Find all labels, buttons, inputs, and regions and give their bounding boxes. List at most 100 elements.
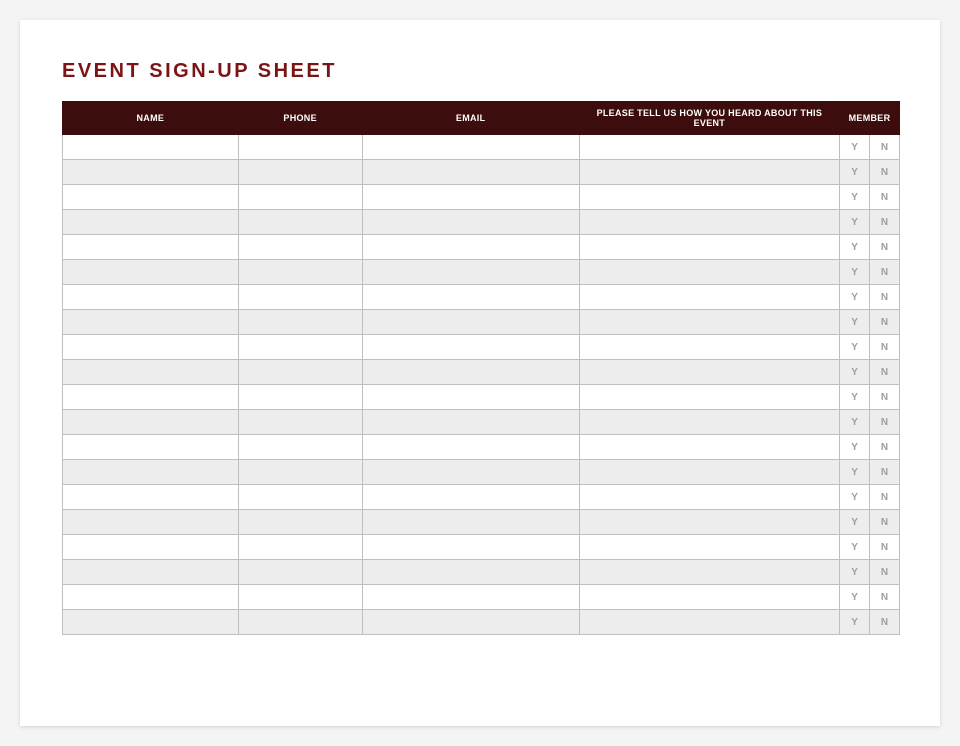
cell-phone[interactable] — [238, 160, 362, 185]
cell-member-yes[interactable]: Y — [840, 460, 870, 485]
cell-phone[interactable] — [238, 235, 362, 260]
cell-email[interactable] — [362, 535, 579, 560]
cell-name[interactable] — [63, 610, 239, 635]
cell-member-yes[interactable]: Y — [840, 360, 870, 385]
cell-name[interactable] — [63, 385, 239, 410]
cell-name[interactable] — [63, 585, 239, 610]
cell-phone[interactable] — [238, 385, 362, 410]
cell-member-no[interactable]: N — [870, 535, 900, 560]
cell-name[interactable] — [63, 185, 239, 210]
cell-email[interactable] — [362, 160, 579, 185]
cell-how[interactable] — [579, 310, 839, 335]
cell-email[interactable] — [362, 410, 579, 435]
cell-member-yes[interactable]: Y — [840, 210, 870, 235]
cell-email[interactable] — [362, 235, 579, 260]
cell-name[interactable] — [63, 460, 239, 485]
cell-member-yes[interactable]: Y — [840, 235, 870, 260]
cell-phone[interactable] — [238, 585, 362, 610]
cell-name[interactable] — [63, 560, 239, 585]
cell-email[interactable] — [362, 510, 579, 535]
cell-phone[interactable] — [238, 260, 362, 285]
cell-member-yes[interactable]: Y — [840, 310, 870, 335]
cell-name[interactable] — [63, 435, 239, 460]
cell-phone[interactable] — [238, 510, 362, 535]
cell-how[interactable] — [579, 585, 839, 610]
cell-name[interactable] — [63, 260, 239, 285]
cell-member-no[interactable]: N — [870, 485, 900, 510]
cell-phone[interactable] — [238, 485, 362, 510]
cell-member-no[interactable]: N — [870, 235, 900, 260]
cell-email[interactable] — [362, 385, 579, 410]
cell-name[interactable] — [63, 310, 239, 335]
cell-phone[interactable] — [238, 560, 362, 585]
cell-phone[interactable] — [238, 460, 362, 485]
cell-phone[interactable] — [238, 435, 362, 460]
cell-member-no[interactable]: N — [870, 160, 900, 185]
cell-member-yes[interactable]: Y — [840, 385, 870, 410]
cell-phone[interactable] — [238, 210, 362, 235]
cell-member-no[interactable]: N — [870, 585, 900, 610]
cell-member-no[interactable]: N — [870, 560, 900, 585]
cell-how[interactable] — [579, 435, 839, 460]
cell-how[interactable] — [579, 210, 839, 235]
cell-member-no[interactable]: N — [870, 335, 900, 360]
cell-name[interactable] — [63, 510, 239, 535]
cell-email[interactable] — [362, 210, 579, 235]
cell-how[interactable] — [579, 160, 839, 185]
cell-phone[interactable] — [238, 535, 362, 560]
cell-member-yes[interactable]: Y — [840, 435, 870, 460]
cell-name[interactable] — [63, 360, 239, 385]
cell-how[interactable] — [579, 235, 839, 260]
cell-member-no[interactable]: N — [870, 260, 900, 285]
cell-how[interactable] — [579, 510, 839, 535]
cell-name[interactable] — [63, 335, 239, 360]
cell-how[interactable] — [579, 185, 839, 210]
cell-member-yes[interactable]: Y — [840, 535, 870, 560]
cell-email[interactable] — [362, 135, 579, 160]
cell-phone[interactable] — [238, 185, 362, 210]
cell-email[interactable] — [362, 360, 579, 385]
cell-member-yes[interactable]: Y — [840, 485, 870, 510]
cell-member-yes[interactable]: Y — [840, 285, 870, 310]
cell-phone[interactable] — [238, 310, 362, 335]
cell-member-no[interactable]: N — [870, 285, 900, 310]
cell-name[interactable] — [63, 210, 239, 235]
cell-member-yes[interactable]: Y — [840, 410, 870, 435]
cell-phone[interactable] — [238, 335, 362, 360]
cell-how[interactable] — [579, 535, 839, 560]
cell-name[interactable] — [63, 535, 239, 560]
cell-phone[interactable] — [238, 610, 362, 635]
cell-member-yes[interactable]: Y — [840, 260, 870, 285]
cell-name[interactable] — [63, 485, 239, 510]
cell-email[interactable] — [362, 285, 579, 310]
cell-name[interactable] — [63, 235, 239, 260]
cell-phone[interactable] — [238, 360, 362, 385]
cell-phone[interactable] — [238, 410, 362, 435]
cell-email[interactable] — [362, 185, 579, 210]
cell-email[interactable] — [362, 585, 579, 610]
cell-email[interactable] — [362, 485, 579, 510]
cell-member-no[interactable]: N — [870, 185, 900, 210]
cell-member-no[interactable]: N — [870, 310, 900, 335]
cell-email[interactable] — [362, 335, 579, 360]
cell-member-yes[interactable]: Y — [840, 510, 870, 535]
cell-how[interactable] — [579, 460, 839, 485]
cell-how[interactable] — [579, 610, 839, 635]
cell-name[interactable] — [63, 160, 239, 185]
cell-member-yes[interactable]: Y — [840, 185, 870, 210]
cell-how[interactable] — [579, 285, 839, 310]
cell-name[interactable] — [63, 410, 239, 435]
cell-member-yes[interactable]: Y — [840, 335, 870, 360]
cell-member-no[interactable]: N — [870, 460, 900, 485]
cell-member-yes[interactable]: Y — [840, 135, 870, 160]
cell-phone[interactable] — [238, 135, 362, 160]
cell-how[interactable] — [579, 410, 839, 435]
cell-email[interactable] — [362, 435, 579, 460]
cell-how[interactable] — [579, 335, 839, 360]
cell-name[interactable] — [63, 135, 239, 160]
cell-how[interactable] — [579, 260, 839, 285]
cell-member-no[interactable]: N — [870, 610, 900, 635]
cell-member-yes[interactable]: Y — [840, 560, 870, 585]
cell-member-no[interactable]: N — [870, 385, 900, 410]
cell-how[interactable] — [579, 360, 839, 385]
